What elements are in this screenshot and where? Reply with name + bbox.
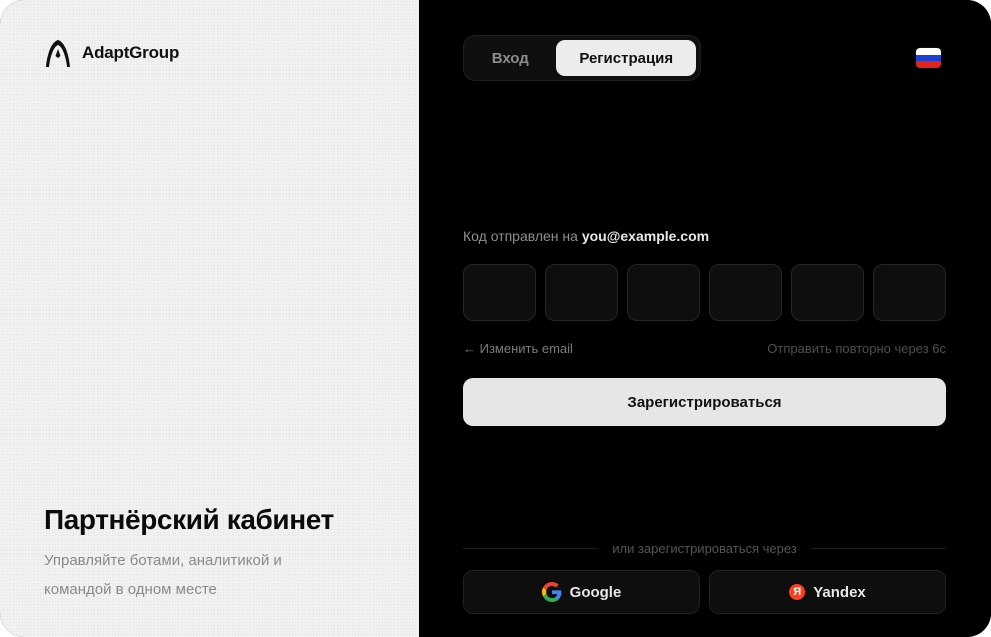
social-buttons: Google Я Yandex <box>463 570 946 614</box>
code-digit-input-3[interactable] <box>627 264 700 321</box>
flag-stripe-blue <box>916 54 941 62</box>
code-digit-input-6[interactable] <box>873 264 946 321</box>
change-email-link[interactable]: ← Изменить email <box>463 341 573 356</box>
google-icon <box>541 582 562 602</box>
tab-login[interactable]: Вход <box>468 40 552 76</box>
promo-subtitle-line: командой в одном месте <box>44 581 217 598</box>
social-divider: или зарегистрироваться через <box>463 540 947 556</box>
google-button[interactable]: Google <box>463 570 700 614</box>
code-digit-input-5[interactable] <box>791 264 864 321</box>
russia-flag-icon[interactable] <box>916 48 941 68</box>
promo-subtitle-line: Управляйте ботами, аналитикой и <box>44 552 282 569</box>
promo-title: Партнёрский кабинет <box>44 504 334 535</box>
brand-name: AdaptGroup <box>82 43 180 62</box>
divider-line <box>463 547 599 549</box>
google-label: Google <box>569 583 622 601</box>
promo-subtitle: Управляйте ботами, аналитикой и командой… <box>44 546 384 604</box>
window: AdaptGroup Партнёрский кабинет Управляйт… <box>0 0 991 637</box>
code-digit-input-1[interactable] <box>463 264 536 321</box>
yandex-button[interactable]: Я Yandex <box>709 570 946 614</box>
flag-stripe-white <box>916 48 941 55</box>
code-digit-input-2[interactable] <box>545 264 618 321</box>
register-button[interactable]: Зарегистрироваться <box>463 378 946 426</box>
code-input-row <box>463 264 946 321</box>
promo-block: Партнёрский кабинет Управляйте ботами, а… <box>44 502 384 604</box>
divider-line <box>810 547 947 549</box>
yandex-icon: Я <box>789 584 806 600</box>
code-digit-input-4[interactable] <box>709 264 782 321</box>
code-sent-email: you@example.com <box>581 228 710 244</box>
resend-countdown: Отправить повторно через 6с <box>767 341 946 356</box>
brand[interactable]: AdaptGroup <box>44 38 179 68</box>
code-sent-text: Код отправлен на you@example.com <box>463 228 709 244</box>
tab-register[interactable]: Регистрация <box>556 40 696 76</box>
divider-text: или зарегистрироваться через <box>612 540 797 556</box>
right-panel: Вход Регистрация Код отправлен на you@ex… <box>419 0 991 637</box>
flag-stripe-red <box>916 61 941 68</box>
yandex-label: Yandex <box>813 583 866 601</box>
adapt-logo-icon <box>46 40 70 67</box>
auth-tabs: Вход Регистрация <box>463 35 701 81</box>
code-sent-prefix: Код отправлен на <box>463 228 578 244</box>
left-panel: AdaptGroup Партнёрский кабинет Управляйт… <box>0 0 419 637</box>
